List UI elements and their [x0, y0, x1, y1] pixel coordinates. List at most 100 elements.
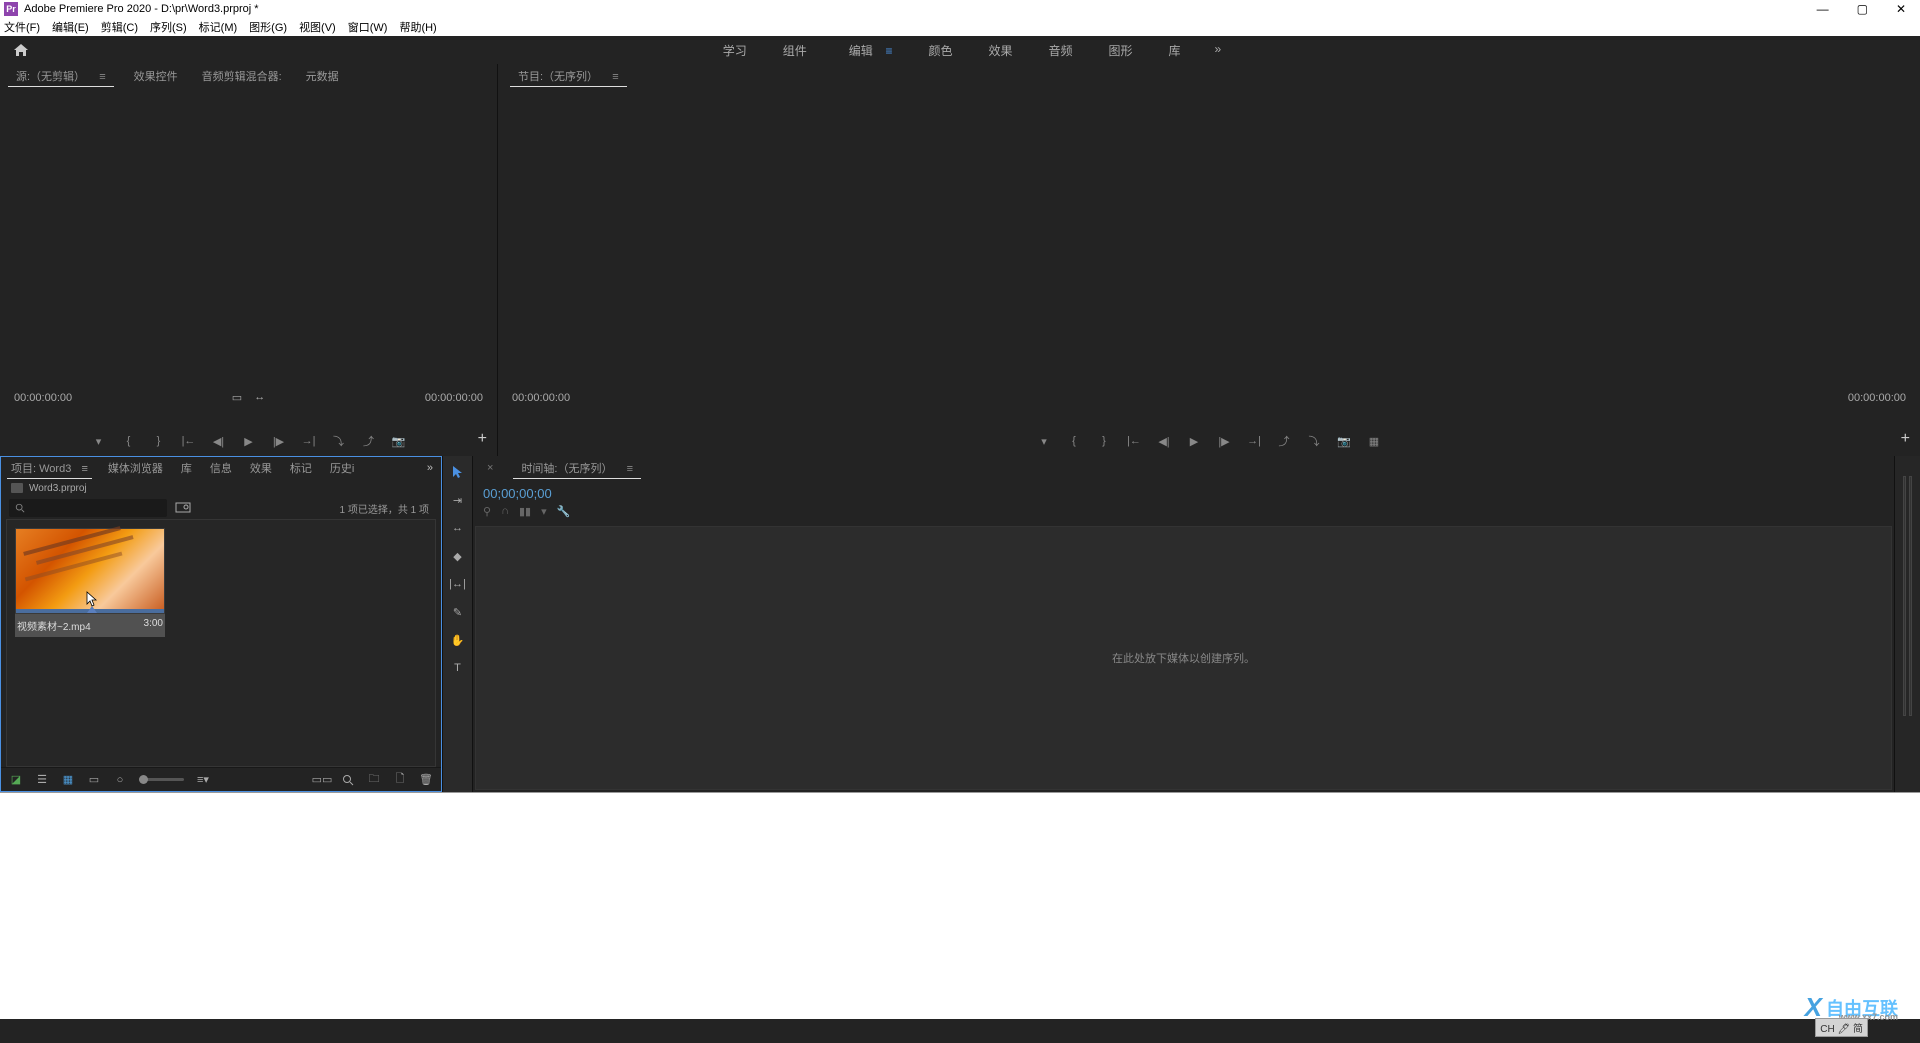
mark-out-icon[interactable]: } — [1097, 434, 1111, 448]
mark-in-icon[interactable]: { — [1067, 434, 1081, 448]
menu-edit[interactable]: 编辑(E) — [52, 19, 89, 35]
menu-window[interactable]: 窗口(W) — [348, 19, 388, 35]
add-marker-icon[interactable]: ▮▮ — [519, 505, 531, 518]
extract-icon[interactable]: ⤵ — [1307, 434, 1321, 448]
home-icon[interactable] — [10, 40, 32, 60]
minimize-button[interactable]: — — [1817, 2, 1829, 16]
ime-indicator[interactable]: CH 🖊 简 — [1815, 1018, 1868, 1037]
go-to-out-icon[interactable]: →| — [302, 434, 316, 448]
timeline-playhead-tc[interactable]: 00;00;00;00 — [483, 486, 1884, 501]
compare-icon[interactable]: ▦ — [1367, 434, 1381, 448]
tab-markers[interactable]: 标记 — [288, 458, 314, 478]
linked-selection-icon[interactable]: ∩ — [501, 505, 509, 518]
step-back-icon[interactable]: ◀| — [212, 434, 226, 448]
tab-libraries[interactable]: 库 — [179, 458, 194, 478]
menu-help[interactable]: 帮助(H) — [399, 19, 436, 35]
writable-toggle-icon[interactable]: ◪ — [9, 773, 23, 787]
slip-tool-icon[interactable]: |↔| — [448, 574, 468, 594]
step-forward-icon[interactable]: |▶ — [1217, 434, 1231, 448]
insert-icon[interactable]: ⤵ — [332, 434, 346, 448]
new-bin-icon[interactable]: 🗀 — [367, 773, 381, 787]
workspace-overflow[interactable]: » — [1211, 38, 1226, 63]
type-tool-icon[interactable]: T — [448, 658, 468, 678]
tab-program[interactable]: 节目:（无序列） ≡ — [510, 66, 627, 87]
go-to-out-icon[interactable]: →| — [1247, 434, 1261, 448]
lift-icon[interactable]: ⤴ — [1277, 434, 1291, 448]
selection-tool-icon[interactable] — [448, 462, 468, 482]
go-to-in-icon[interactable]: |← — [1127, 434, 1141, 448]
clip-thumbnail[interactable] — [15, 528, 165, 614]
menu-clip[interactable]: 剪辑(C) — [101, 19, 138, 35]
project-filename[interactable]: Word3.prproj — [29, 483, 87, 494]
timeline-drop-area[interactable]: 在此处放下媒体以创建序列。 — [475, 526, 1892, 790]
menu-markers[interactable]: 标记(M) — [199, 19, 238, 35]
mark-in-icon[interactable]: { — [122, 434, 136, 448]
workspace-learn[interactable]: 学习 — [717, 38, 753, 63]
track-select-tool-icon[interactable]: ⇥ — [448, 490, 468, 510]
tab-history[interactable]: 历史i — [328, 458, 356, 478]
tab-media-browser[interactable]: 媒体浏览器 — [106, 458, 165, 478]
tab-project[interactable]: 项目: Word3 ≡ — [7, 458, 92, 479]
button-editor-icon[interactable]: + — [478, 430, 487, 448]
workspace-effects[interactable]: 效果 — [982, 38, 1018, 63]
project-search-input[interactable] — [9, 499, 167, 517]
program-tc-out[interactable]: 00:00:00:00 — [1848, 392, 1906, 404]
maximize-button[interactable]: ▢ — [1857, 2, 1868, 16]
ripple-edit-tool-icon[interactable]: ↔ — [448, 518, 468, 538]
close-button[interactable]: ✕ — [1896, 2, 1906, 16]
zoom-slider-handle-icon[interactable]: ○ — [113, 773, 127, 787]
workspace-graphics[interactable]: 图形 — [1103, 38, 1139, 63]
menu-view[interactable]: 视图(V) — [299, 19, 336, 35]
zoom-icon[interactable]: ↔ — [254, 391, 265, 404]
export-frame-icon[interactable]: 📷 — [392, 434, 406, 448]
hand-tool-icon[interactable]: ✋ — [448, 630, 468, 650]
workspace-color[interactable]: 颜色 — [922, 38, 958, 63]
pen-tool-icon[interactable]: ✎ — [448, 602, 468, 622]
thumbnail-size-slider[interactable] — [139, 778, 184, 781]
menu-file[interactable]: 文件(F) — [4, 19, 40, 35]
tab-effect-controls[interactable]: 效果控件 — [130, 66, 182, 86]
step-forward-icon[interactable]: |▶ — [272, 434, 286, 448]
project-clip[interactable]: 视频素材~2.mp4 3:00 — [15, 528, 165, 637]
menu-sequence[interactable]: 序列(S) — [150, 19, 187, 35]
new-search-bin-icon[interactable] — [175, 501, 191, 515]
source-tc-in[interactable]: 00:00:00:00 — [14, 392, 72, 404]
export-frame-icon[interactable]: 📷 — [1337, 434, 1351, 448]
find-icon[interactable] — [341, 773, 355, 787]
overwrite-icon[interactable]: ⤴ — [362, 434, 376, 448]
timeline-settings-icon[interactable]: 🔧 — [557, 505, 571, 518]
go-to-in-icon[interactable]: |← — [182, 434, 196, 448]
workspace-libraries[interactable]: 库 — [1163, 38, 1187, 63]
mark-out-icon[interactable]: } — [152, 434, 166, 448]
workspace-audio[interactable]: 音频 — [1043, 38, 1079, 63]
automate-to-sequence-icon[interactable]: ▭▭ — [315, 773, 329, 787]
menu-graphics[interactable]: 图形(G) — [249, 19, 287, 35]
tab-info[interactable]: 信息 — [208, 458, 234, 478]
workspace-assembly[interactable]: 组件 — [777, 38, 813, 63]
marker-badge-icon[interactable]: ▾ — [541, 505, 547, 518]
button-editor-icon[interactable]: + — [1901, 430, 1910, 448]
list-view-icon[interactable]: ☰ — [35, 773, 49, 787]
marker-icon[interactable]: ▾ — [92, 434, 106, 448]
source-tc-out[interactable]: 00:00:00:00 — [425, 392, 483, 404]
new-item-icon[interactable]: 🗋 — [393, 773, 407, 787]
tab-effects[interactable]: 效果 — [248, 458, 274, 478]
play-icon[interactable]: ▶ — [242, 434, 256, 448]
play-icon[interactable]: ▶ — [1187, 434, 1201, 448]
razor-tool-icon[interactable]: ◆ — [448, 546, 468, 566]
tab-metadata[interactable]: 元数据 — [302, 66, 343, 86]
icon-view-icon[interactable]: ▦ — [61, 773, 75, 787]
tab-source[interactable]: 源:（无剪辑） ≡ — [8, 66, 114, 87]
program-tc-in[interactable]: 00:00:00:00 — [512, 392, 570, 404]
snap-icon[interactable]: ⚲ — [483, 505, 491, 518]
sort-icon[interactable]: ≡▾ — [196, 773, 210, 787]
workspace-editing[interactable]: 编辑 ≡ — [837, 38, 899, 63]
freeform-view-icon[interactable]: ▭ — [87, 773, 101, 787]
tab-timeline[interactable]: 时间轴:（无序列） ≡ — [513, 458, 641, 479]
tab-audio-clip-mixer[interactable]: 音频剪辑混合器: — [198, 66, 286, 86]
delete-icon[interactable]: 🗑 — [419, 773, 433, 787]
fit-icon[interactable]: ▭ — [232, 391, 242, 404]
marker-icon[interactable]: ▾ — [1037, 434, 1051, 448]
project-items-area[interactable]: 视频素材~2.mp4 3:00 — [6, 519, 436, 767]
project-tabs-overflow[interactable]: » — [425, 460, 435, 476]
